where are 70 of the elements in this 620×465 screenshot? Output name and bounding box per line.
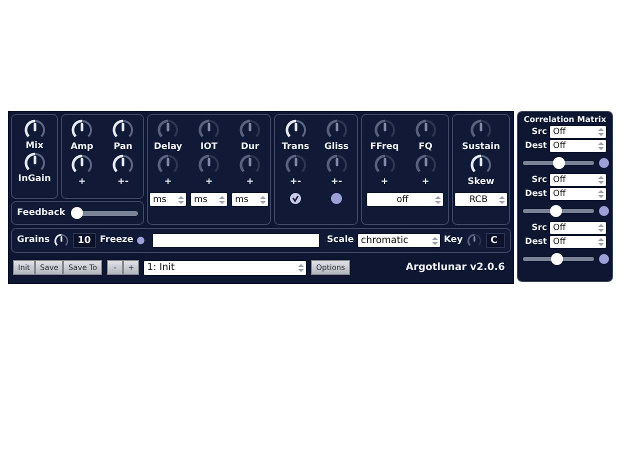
src-label: Src xyxy=(530,223,547,233)
dest-label: Dest xyxy=(524,189,547,199)
stepper-arrows-icon xyxy=(598,142,604,150)
toggle-led-icon[interactable] xyxy=(599,158,609,168)
dropdown[interactable]: ms xyxy=(150,193,186,206)
dest-label: Dest xyxy=(524,237,547,247)
knob-label: Pan xyxy=(114,142,132,153)
knob-label: IOT xyxy=(200,142,218,153)
checkmark-toggle-icon[interactable] xyxy=(290,193,301,204)
grains-label: Grains xyxy=(17,235,50,246)
dropdown[interactable]: Off xyxy=(550,140,606,152)
toggle-led-icon[interactable] xyxy=(331,193,342,204)
modulation-label: + xyxy=(422,177,430,188)
dropdown[interactable]: chromatic xyxy=(358,234,440,247)
stepper-arrows-icon xyxy=(598,238,604,246)
dropdown[interactable]: RCB xyxy=(455,193,507,206)
panel-title: Correlation Matrix xyxy=(522,115,608,124)
dest-label: Dest xyxy=(524,141,547,151)
plugin-title: Argotlunar v2.0.6 xyxy=(406,262,506,273)
toggle-led-icon[interactable] xyxy=(599,206,609,216)
freeze-label: Freeze xyxy=(100,235,134,246)
dropdown[interactable]: Off xyxy=(550,222,606,234)
stepper-arrows-icon xyxy=(598,224,604,232)
key-value-field[interactable]: C xyxy=(486,233,505,248)
stepper-arrows-icon xyxy=(435,196,441,204)
dropdown[interactable]: ms xyxy=(232,193,268,206)
dropdown[interactable]: Off xyxy=(550,188,606,200)
modulation-label: +- xyxy=(330,177,342,188)
dropdown[interactable]: Off xyxy=(550,174,606,186)
knob-label: Dur xyxy=(240,142,260,153)
modulation-label: +- xyxy=(117,177,129,188)
dropdown[interactable]: Off xyxy=(550,126,606,138)
stepper-arrows-icon xyxy=(598,128,604,136)
stepper-arrows-icon xyxy=(499,196,505,204)
modulation-label: + xyxy=(78,177,86,188)
knob-label: Gliss xyxy=(324,142,349,153)
dropdown[interactable]: Off xyxy=(550,236,606,248)
key-label: Key xyxy=(444,235,463,246)
stepper-arrows-icon xyxy=(219,196,225,204)
stepper-arrows-icon xyxy=(178,196,184,204)
dropdown[interactable]: off xyxy=(367,193,443,206)
knob-label: Delay xyxy=(154,142,182,153)
knob-label: Mix xyxy=(26,141,44,152)
modulation-label: + xyxy=(246,177,254,188)
grains-value-field[interactable]: 10 xyxy=(72,233,96,248)
stepper-arrows-icon xyxy=(598,190,604,198)
dropdown[interactable]: ms xyxy=(191,193,227,206)
modulation-label: +- xyxy=(290,177,302,188)
freeze-led-icon[interactable] xyxy=(137,235,145,246)
knob-label: Trans xyxy=(282,142,310,153)
knob-label: FQ xyxy=(418,142,432,153)
knob-label: Amp xyxy=(70,142,94,153)
modulation-label: + xyxy=(380,177,388,188)
stepper-arrows-icon xyxy=(298,264,304,272)
src-label: Src xyxy=(530,175,547,185)
stepper-arrows-icon xyxy=(432,236,438,244)
dropdown[interactable]: 1: Init xyxy=(144,260,306,274)
stepper-arrows-icon xyxy=(260,196,266,204)
scale-label: Scale xyxy=(326,235,354,246)
modulation-label: + xyxy=(164,177,172,188)
modulation-label: + xyxy=(205,177,213,188)
knob-label: FFreq xyxy=(370,142,399,153)
src-label: Src xyxy=(530,127,547,137)
feedback-label: Feedback xyxy=(17,208,66,218)
knob-label: InGain xyxy=(18,174,51,185)
knob-label: Sustain xyxy=(462,142,500,153)
toggle-led-icon[interactable] xyxy=(599,254,609,264)
text-field[interactable] xyxy=(152,234,319,247)
stepper-arrows-icon xyxy=(598,176,604,184)
modulation-label: Skew xyxy=(468,177,494,188)
